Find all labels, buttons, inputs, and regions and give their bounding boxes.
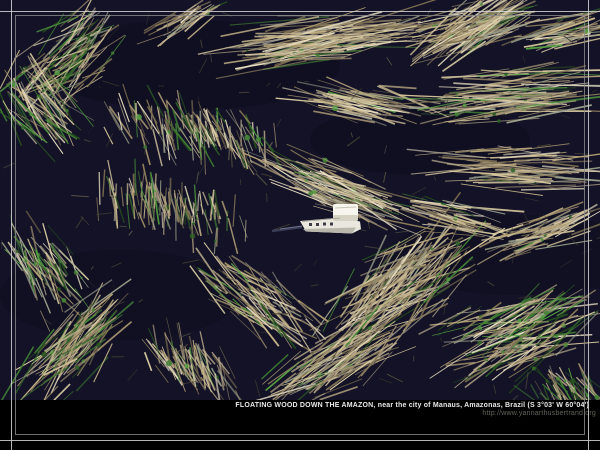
- boat-window: [309, 223, 312, 226]
- amazon-photo: [0, 0, 600, 400]
- credit-url: http://www.yannarthusbertrand.org: [482, 410, 596, 417]
- wallpaper: FLOATING WOOD DOWN THE AMAZON, near the …: [0, 0, 600, 450]
- caption: FLOATING WOOD DOWN THE AMAZON, near the …: [235, 402, 589, 409]
- photo-scene: [0, 0, 600, 400]
- boat-window: [330, 223, 333, 226]
- boat-window: [316, 223, 319, 226]
- boat-window: [323, 223, 326, 226]
- frame-outer-bottom: [0, 440, 600, 441]
